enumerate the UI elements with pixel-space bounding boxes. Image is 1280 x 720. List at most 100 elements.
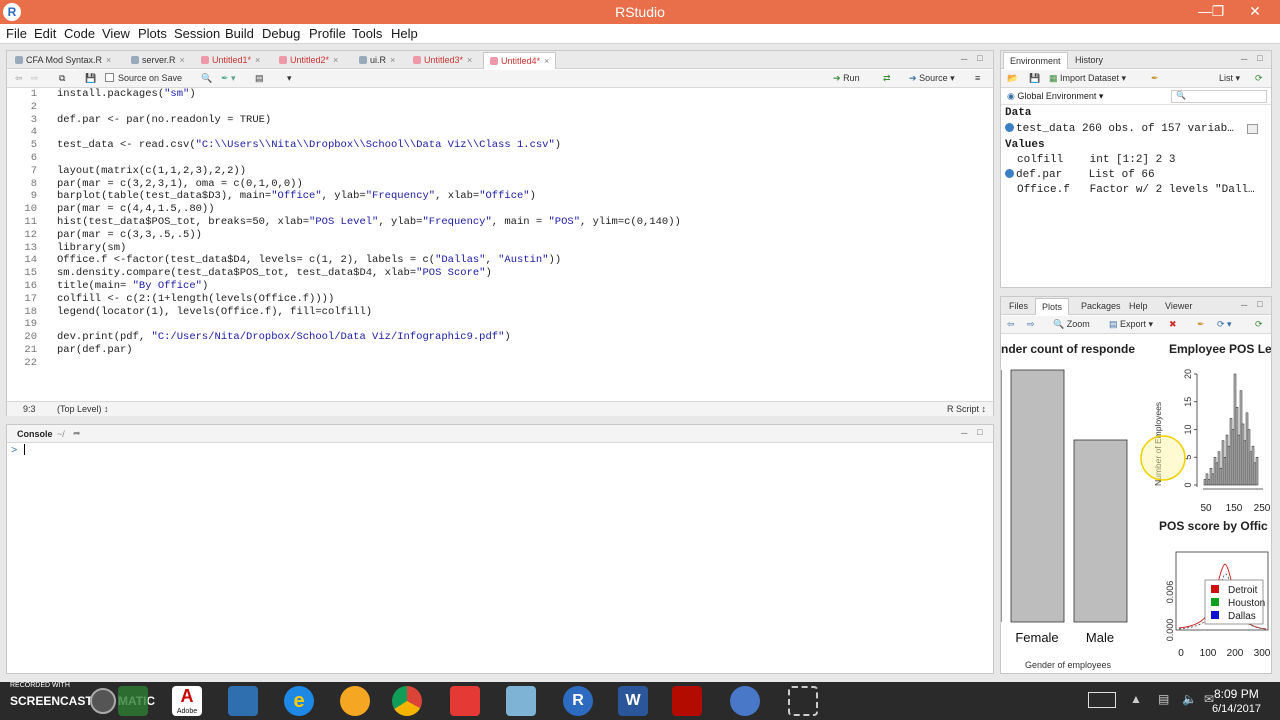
code-line[interactable]: sm.density.compare(test_data$POS_tot, te… [57, 267, 492, 279]
internet-explorer-icon[interactable]: e [284, 686, 314, 716]
minimize-pane-icon[interactable]: ─ [1241, 54, 1247, 64]
run-button[interactable]: ➔ Run [833, 73, 860, 84]
snipping-tool-icon[interactable] [788, 686, 818, 716]
code-line[interactable]: dev.print(pdf, "C:/Users/Nita/Dropbox/Sc… [57, 331, 511, 343]
rerun-icon[interactable]: ⇄ [883, 73, 891, 84]
code-line[interactable]: par(mar = c(3,3,.5,.5)) [57, 229, 202, 241]
close-tab-icon[interactable]: × [180, 55, 185, 65]
volume-icon[interactable]: 🔈 [1182, 692, 1197, 706]
zoom-button[interactable]: 🔍 Zoom [1053, 319, 1090, 330]
source-on-save-checkbox[interactable]: Source on Save [105, 73, 182, 83]
list-view-selector[interactable]: List ▾ [1219, 73, 1240, 84]
clear-workspace-icon[interactable]: ✒ [1151, 73, 1159, 84]
next-plot-icon[interactable]: ⇨ [1027, 319, 1035, 330]
tab-untitled1[interactable]: Untitled1* × [195, 52, 266, 69]
code-line[interactable]: par(mar = c(4,4,1.5,.80)) [57, 203, 215, 215]
file-type-selector[interactable]: R Script ↕ [947, 404, 986, 414]
excel-like-app-icon[interactable] [118, 686, 148, 716]
code-line[interactable]: test_data <- read.csv("C:\\Users\\Nita\\… [57, 139, 561, 151]
close-button[interactable]: ✕ [1240, 0, 1270, 22]
restore-button[interactable]: ❐ [1203, 0, 1233, 22]
view-data-icon[interactable] [1247, 124, 1258, 134]
word-icon[interactable]: W [618, 686, 648, 716]
network-icon[interactable]: ▤ [1158, 692, 1169, 706]
utility-app-icon[interactable] [730, 686, 760, 716]
code-line[interactable]: def.par <- par(no.readonly = TRUE) [57, 114, 271, 126]
code-line[interactable]: layout(matrix(c(1,1,2,3),2,2)) [57, 165, 246, 177]
screencast-record-icon[interactable] [90, 688, 116, 714]
tab-files[interactable]: Files [1003, 298, 1034, 315]
find-replace-icon[interactable]: 🔍 [201, 73, 212, 84]
show-in-window-icon[interactable]: ⧉ [59, 73, 65, 84]
adobe-app-icon[interactable]: A Adobe [172, 686, 202, 716]
chrome-icon[interactable] [392, 686, 422, 716]
compile-report-icon[interactable]: ▤ [255, 73, 264, 84]
forward-arrow-icon[interactable]: ⇨ [31, 73, 39, 84]
more-options-icon[interactable]: ▾ [287, 73, 292, 84]
menu-debug[interactable]: Debug [262, 26, 300, 41]
goto-directory-icon[interactable]: ➦ [73, 428, 81, 439]
working-directory[interactable]: ~/ [57, 429, 65, 439]
code-line[interactable]: colfill <- c(2:(1+length(levels(Office.f… [57, 293, 334, 305]
code-line[interactable]: par(mar = c(3,2,3,1), oma = c(0,1,0,0)) [57, 178, 303, 190]
menu-tools[interactable]: Tools [352, 26, 382, 41]
publish-icon[interactable]: ⟳ ▾ [1217, 319, 1232, 330]
headphones-app-icon[interactable] [340, 686, 370, 716]
keyboard-icon[interactable] [1088, 692, 1116, 708]
code-editor[interactable]: 1 install.packages("sm") 2 3 def.par <- par(… [7, 88, 993, 400]
source-button[interactable]: ➔ Source ▾ [909, 73, 955, 84]
file-explorer-icon[interactable] [506, 686, 536, 716]
back-arrow-icon[interactable]: ⇦ [15, 73, 23, 84]
menu-build[interactable]: Build [225, 26, 254, 41]
import-dataset-button[interactable]: ▦ Import Dataset ▾ [1049, 73, 1126, 84]
maximize-pane-icon[interactable]: □ [977, 53, 982, 63]
expand-icon[interactable] [1005, 123, 1014, 132]
refresh-icon[interactable]: ⟳ [1255, 319, 1263, 330]
global-environment-selector[interactable]: ◉ Global Environment ▾ [1007, 91, 1103, 102]
clock-time[interactable]: 8:09 PM [1214, 687, 1259, 701]
maximize-pane-icon[interactable]: □ [977, 427, 982, 437]
code-line[interactable]: barplot(table(test_data$D3), main="Offic… [57, 190, 536, 202]
tab-untitled4[interactable]: Untitled4* × [483, 52, 557, 69]
menu-edit[interactable]: Edit [34, 26, 56, 41]
maximize-pane-icon[interactable]: □ [1257, 299, 1262, 309]
minimize-pane-icon[interactable]: ─ [961, 54, 967, 64]
save-icon[interactable]: 💾 [85, 73, 96, 84]
menu-session[interactable]: Session [174, 26, 220, 41]
close-tab-icon[interactable]: × [333, 55, 338, 65]
minimize-pane-icon[interactable]: ─ [1241, 300, 1247, 310]
minimize-pane-icon[interactable]: ─ [961, 428, 967, 438]
code-line[interactable]: legend(locator(1), levels(Office.f), fil… [57, 306, 372, 318]
menu-profile[interactable]: Profile [309, 26, 346, 41]
clock-date[interactable]: 6/14/2017 [1212, 703, 1261, 715]
acrobat-icon[interactable] [672, 686, 702, 716]
refresh-icon[interactable]: ⟳ [1255, 73, 1263, 84]
code-line[interactable]: Office.f <-factor(test_data$D4, levels= … [57, 254, 561, 266]
apps-grid-icon[interactable] [450, 686, 480, 716]
export-button[interactable]: ▤ Export ▾ [1109, 319, 1153, 330]
scope-selector[interactable]: (Top Level) ↕ [57, 404, 109, 414]
code-line[interactable]: hist(test_data$POS_tot, breaks=50, xlab=… [57, 216, 681, 228]
previous-plot-icon[interactable]: ⇦ [1007, 319, 1015, 330]
lenovo-app-icon[interactable] [228, 686, 258, 716]
console-title[interactable]: Console [17, 429, 53, 439]
code-line[interactable]: install.packages("sm") [57, 88, 196, 100]
expand-icon[interactable] [1005, 169, 1014, 178]
tab-untitled3[interactable]: Untitled3* × [407, 52, 478, 69]
tab-help[interactable]: Help [1123, 298, 1154, 315]
close-tab-icon[interactable]: × [255, 55, 260, 65]
menu-code[interactable]: Code [64, 26, 95, 41]
tab-packages[interactable]: Packages [1075, 298, 1127, 315]
tab-ui[interactable]: ui.R × [353, 52, 401, 69]
remove-plot-icon[interactable]: ✖ [1169, 319, 1177, 330]
code-line[interactable]: title(main= "By Office") [57, 280, 208, 292]
env-row-test-data[interactable]: test_data 260 obs. of 157 variab… [1005, 123, 1234, 135]
outline-icon[interactable]: ≡ [975, 73, 980, 83]
tab-server[interactable]: server.R × [125, 52, 191, 69]
rstudio-taskbar-icon[interactable]: R [563, 686, 593, 716]
tab-viewer[interactable]: Viewer [1159, 298, 1198, 315]
menu-file[interactable]: File [6, 26, 27, 41]
code-line[interactable]: library(sm) [57, 242, 126, 254]
console-prompt[interactable]: > [11, 444, 25, 457]
env-row-def-par[interactable]: def.par List of 66 [1005, 169, 1155, 181]
